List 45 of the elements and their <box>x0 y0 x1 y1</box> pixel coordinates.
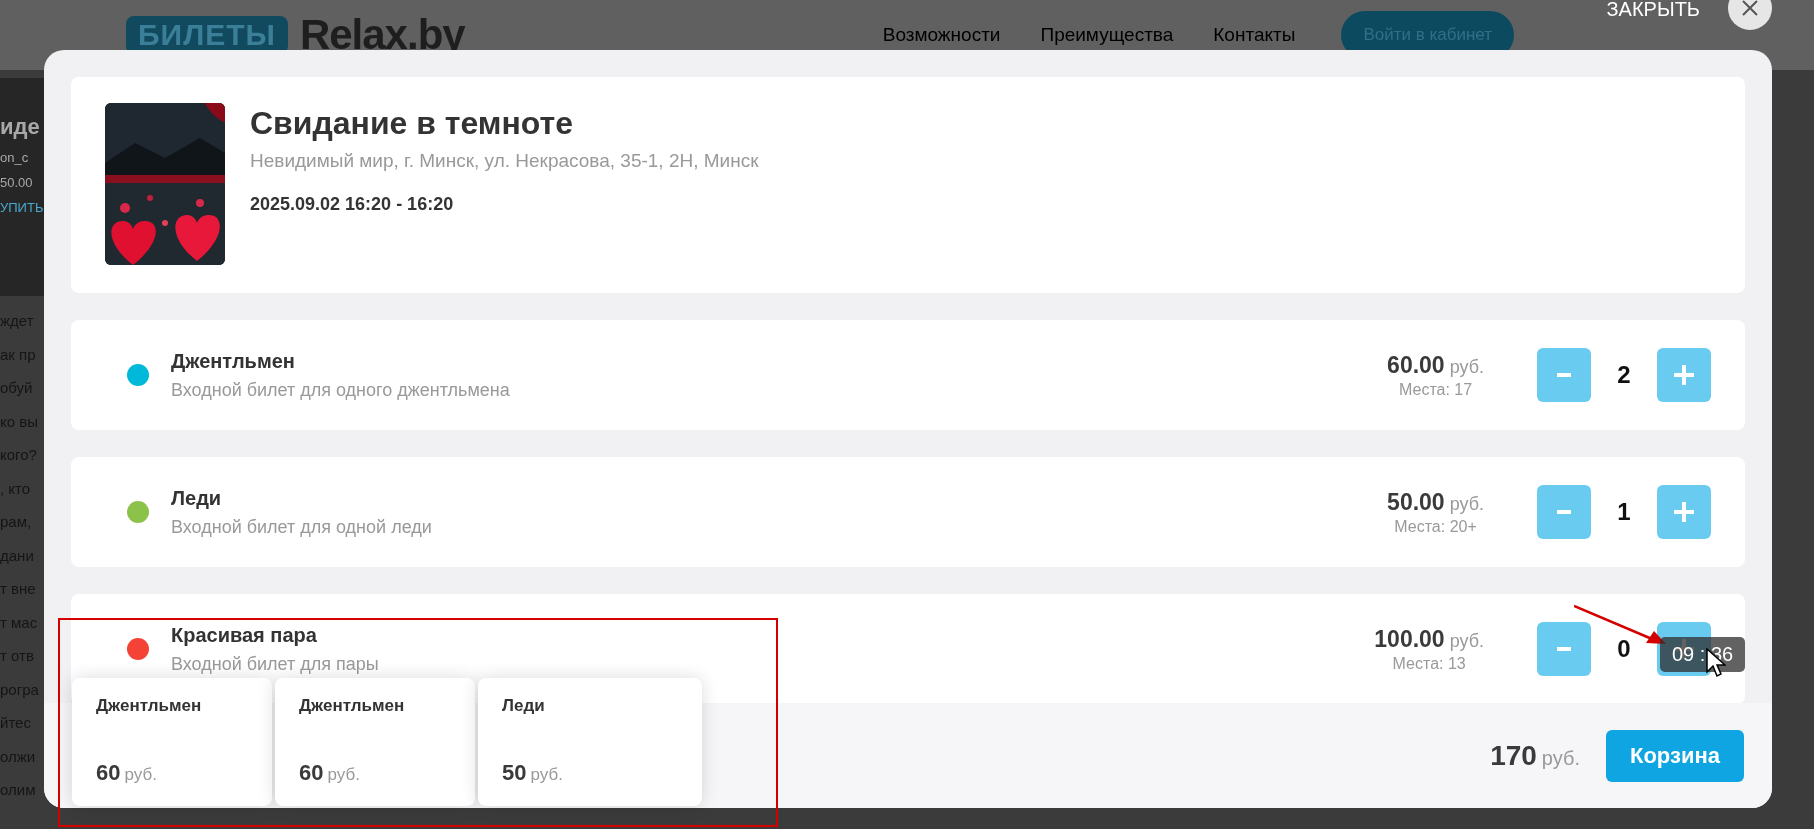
ticket-price: 50.00 руб. <box>1387 488 1484 516</box>
seats-available: Места: 20+ <box>1394 517 1477 536</box>
decrease-button[interactable] <box>1537 485 1591 539</box>
increase-button[interactable] <box>1657 485 1711 539</box>
cart-item-price: 50 руб. <box>502 760 564 786</box>
increase-button[interactable] <box>1657 348 1711 402</box>
minus-icon <box>1557 373 1571 377</box>
ticket-name: Красивая пара <box>171 623 318 647</box>
cart-item-name: Леди <box>502 696 546 716</box>
cart-item-name: Джентльмен <box>96 696 203 716</box>
plus-icon <box>1674 365 1694 385</box>
banner-text: иде <box>0 114 41 140</box>
event-datetime: 2025.09.02 16:20 - 16:20 <box>250 194 455 215</box>
ticket-price: 100.00 руб. <box>1374 625 1484 653</box>
minus-icon <box>1557 510 1571 514</box>
cart-item-price: 60 руб. <box>96 760 158 786</box>
close-label[interactable]: ЗАКРЫТЬ <box>1606 0 1700 21</box>
ticket-description: Входной билет для пары <box>171 653 379 675</box>
event-title: Свидание в темноте <box>250 105 575 142</box>
close-icon <box>1741 0 1759 17</box>
cart-button[interactable]: Корзина <box>1606 729 1744 782</box>
total-price: 170 руб. <box>1490 739 1580 772</box>
nav-link[interactable]: Возможности <box>882 24 1001 46</box>
minus-icon <box>1557 647 1571 651</box>
banner-text: 50.00 <box>0 175 34 190</box>
ticket-name: Джентльмен <box>171 349 296 373</box>
banner-text: on_c <box>0 150 30 165</box>
decrease-button[interactable] <box>1537 622 1591 676</box>
cart-item-price: 60 руб. <box>299 760 361 786</box>
nav-link[interactable]: Контакты <box>1213 24 1296 46</box>
ticket-count: 2 <box>1616 361 1632 389</box>
plus-icon <box>1674 502 1694 522</box>
ticket-description: Входной билет для одного джентльмена <box>171 379 510 401</box>
ticket-description: Входной билет для одной леди <box>171 516 432 538</box>
seats-available: Места: 13 <box>1392 654 1466 673</box>
nav-link[interactable]: Преимущества <box>1040 24 1174 46</box>
ticket-count: 1 <box>1616 498 1632 526</box>
seats-available: Места: 17 <box>1399 380 1473 399</box>
ticket-name: Леди <box>171 486 223 510</box>
decrease-button[interactable] <box>1537 348 1591 402</box>
ticket-count: 0 <box>1616 635 1632 663</box>
event-venue: Невидимый мир, г. Минск, ул. Некрасова, 35-1, 2Н, Минск <box>250 150 759 172</box>
cart-item-name: Джентльмен <box>299 696 406 716</box>
banner-text: УПИТЬ <box>0 200 44 215</box>
ticket-price: 60.00 руб. <box>1387 351 1484 379</box>
